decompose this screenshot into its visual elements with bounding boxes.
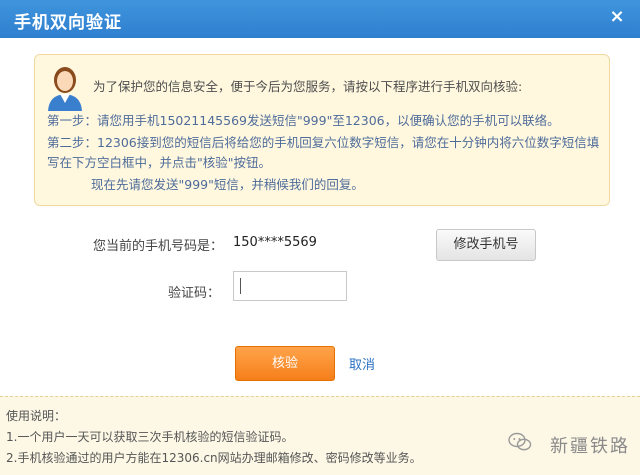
phone-value: 150****5569 [233,235,317,250]
code-label: 验证码： [168,286,221,301]
usage-item: 2.手机核验通过的用户方能在12306.cn网站办理邮箱修改、密码修改等业务。 [6,451,422,465]
text-cursor [240,278,241,294]
change-phone-button[interactable]: 修改手机号 [436,229,536,261]
close-icon[interactable]: × [606,6,628,28]
dialog-titlebar: 手机双向验证 × [0,0,640,38]
phone-verification-dialog: 手机双向验证 × 为了保护您的信息安全，便于今后为您服务，请按以下程序进行手机双… [0,0,640,475]
usage-title: 使用说明： [6,409,67,423]
usage-instructions: 使用说明： 1.一个用户一天可以获取三次手机核验的短信验证码。 2.手机核验通过… [0,396,640,475]
notice-intro: 为了保护您的信息安全，便于今后为您服务，请按以下程序进行手机双向核验: [93,79,523,94]
dialog-title: 手机双向验证 [14,13,122,33]
security-notice: 为了保护您的信息安全，便于今后为您服务，请按以下程序进行手机双向核验: 第一步：… [34,54,610,206]
notice-step-1: 第一步：请您用手机15021145569发送短信"999"至12306，以便确认… [47,113,560,128]
cancel-link[interactable]: 取消 [349,354,375,373]
notice-step-2: 第二步：12306接到您的短信后将给您的手机回复六位数字短信，请您在十分钟内将六… [47,135,600,170]
phone-label: 您当前的手机号码是： [93,239,224,254]
watermark-text: 新疆铁路 [550,436,630,457]
verify-button[interactable]: 核验 [235,346,335,381]
usage-item: 1.一个用户一天可以获取三次手机核验的短信验证码。 [6,430,294,444]
wechat-icon [508,432,532,451]
verification-code-input[interactable] [233,271,347,301]
notice-note: 现在先请您发送"999"短信，并稍候我们的回复。 [91,177,364,192]
user-avatar-icon [48,67,82,111]
